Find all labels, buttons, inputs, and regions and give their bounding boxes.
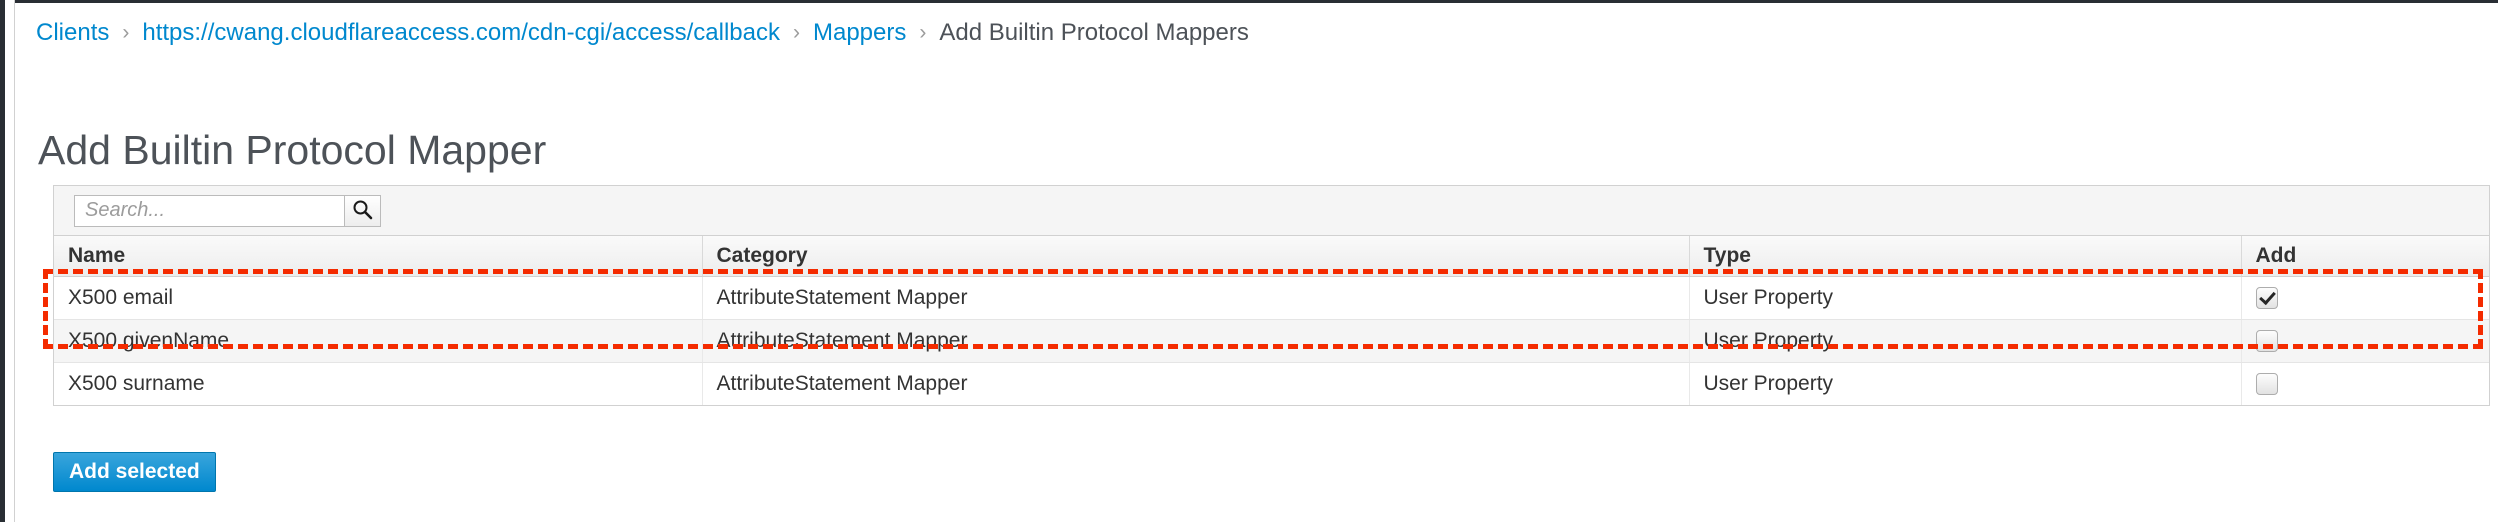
table-header: Name Category Type Add [54,236,2489,277]
table-row: X500 givenName AttributeStatement Mapper… [54,319,2489,363]
table-toolbar [54,186,2489,236]
cell-type: User Property [1689,362,2242,405]
breadcrumb-item-mappers[interactable]: Mappers [813,19,906,47]
breadcrumb-separator: › [792,21,800,44]
column-header-name[interactable]: Name [54,236,703,277]
mapper-table-panel: Name Category Type Add X500 email Attrib… [53,185,2490,406]
column-header-category[interactable]: Category [702,236,1690,277]
breadcrumb-item-current: Add Builtin Protocol Mappers [939,19,1249,46]
search-input[interactable] [74,194,344,227]
search-icon [352,199,373,223]
search-group [74,194,381,227]
table-header-row: Name Category Type Add [54,236,2489,277]
add-checkbox[interactable] [2255,373,2278,396]
cell-category: AttributeStatement Mapper [702,319,1690,363]
search-button[interactable] [344,194,381,227]
cell-name: X500 email [54,276,703,320]
cell-name: X500 surname [54,362,703,405]
cell-category: AttributeStatement Mapper [702,362,1690,405]
cell-type: User Property [1689,276,2242,320]
column-header-add[interactable]: Add [2241,236,2489,277]
column-header-type[interactable]: Type [1689,236,2242,277]
add-checkbox[interactable] [2255,286,2278,309]
cell-name: X500 givenName [54,319,703,363]
mapper-table: Name Category Type Add X500 email Attrib… [54,236,2489,405]
breadcrumb-item-client-url[interactable]: https://cwang.cloudflareaccess.com/cdn-c… [142,19,780,47]
main-content: Clients › https://cwang.cloudflareaccess… [15,3,2498,522]
cell-add [2241,362,2489,405]
cell-category: AttributeStatement Mapper [702,276,1690,320]
cell-add [2241,276,2489,320]
left-rail-gap [5,0,14,522]
breadcrumb-separator: › [122,21,130,44]
breadcrumb-separator: › [919,21,927,44]
application-frame: Clients › https://cwang.cloudflareaccess… [0,0,2498,522]
table-body: X500 email AttributeStatement Mapper Use… [54,276,2489,405]
add-checkbox[interactable] [2255,329,2278,352]
add-selected-button[interactable]: Add selected [53,452,216,492]
page-title: Add Builtin Protocol Mapper [38,127,547,174]
cell-add [2241,319,2489,363]
breadcrumb-item-clients[interactable]: Clients [36,19,109,47]
cell-type: User Property [1689,319,2242,363]
table-row: X500 email AttributeStatement Mapper Use… [54,276,2489,320]
breadcrumb: Clients › https://cwang.cloudflareaccess… [36,19,1249,47]
table-row: X500 surname AttributeStatement Mapper U… [54,362,2489,405]
